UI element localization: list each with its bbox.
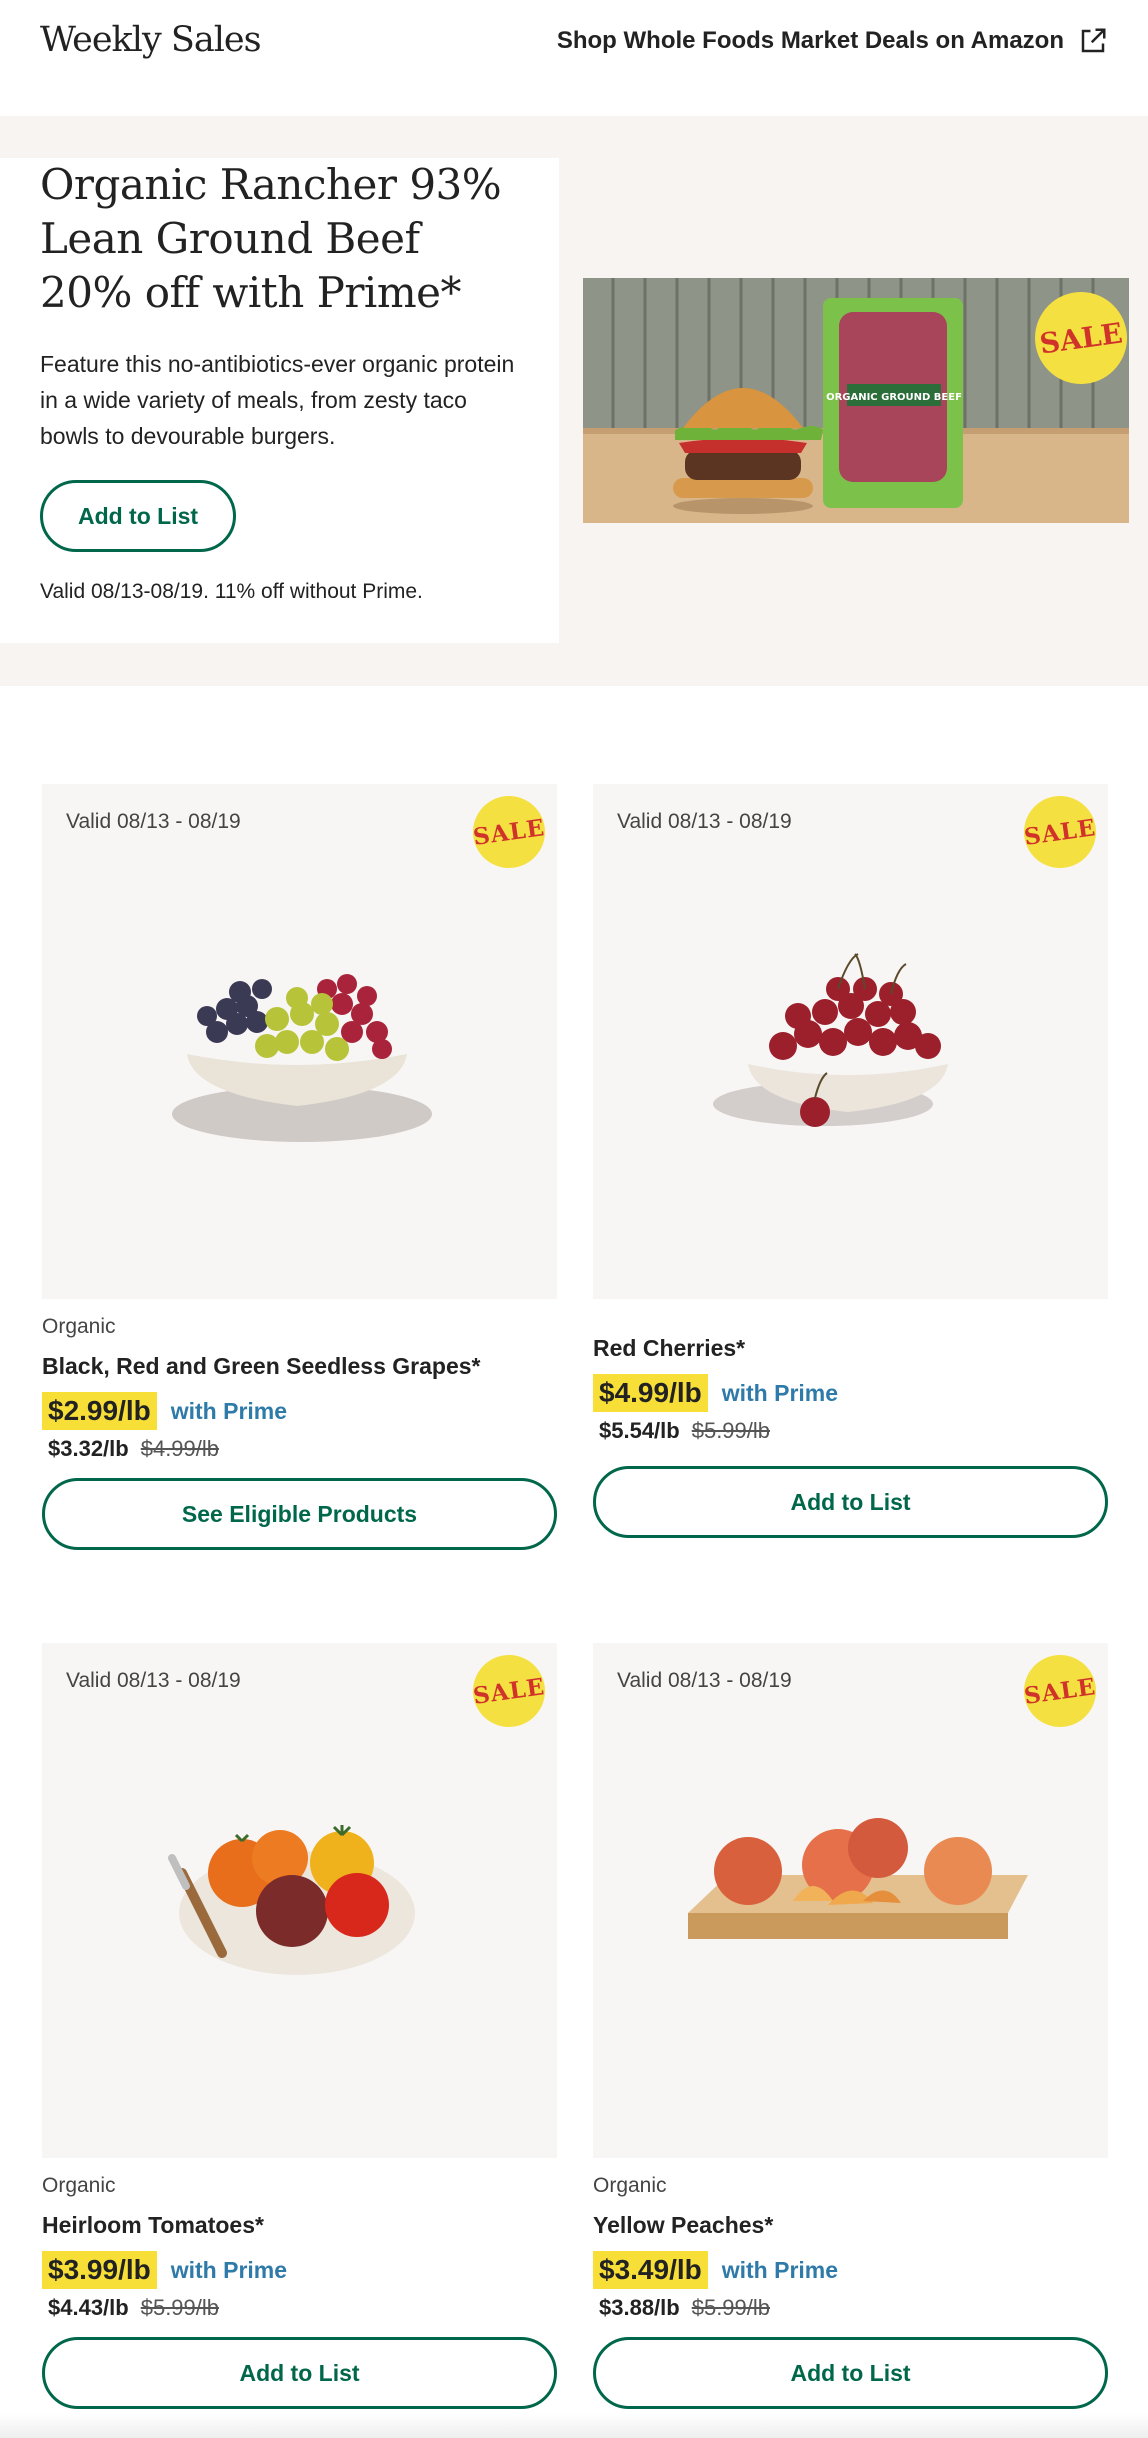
prime-price-row: $2.99/lb with Prime [42,1392,557,1430]
add-to-list-button[interactable]: Add to List [593,1466,1108,1538]
sale-price-without-prime: $4.43/lb [48,2295,129,2320]
featured-deal-title: Organic Rancher 93% Lean Ground Beef 20%… [40,160,502,317]
with-prime-label: with Prime [170,2256,288,2283]
page-title: Weekly Sales [40,20,262,60]
product-name[interactable]: Black, Red and Green Seedless Grapes* [42,1353,557,1380]
see-eligible-products-button[interactable]: See Eligible Products [42,1478,557,1550]
original-price: $5.99/lb [691,1418,771,1443]
product-card-cherries: Valid 08/13 - 08/19 SALE Red Cherries* $… [593,784,1108,1538]
prime-sale-price: $3.49/lb [593,2251,708,2289]
prime-price-row: $4.99/lb with Prime [593,1374,1108,1412]
product-image-cherries[interactable]: Valid 08/13 - 08/19 SALE [593,784,1108,1299]
prime-sale-price: $4.99/lb [593,1374,708,1412]
product-name[interactable]: Red Cherries* [593,1335,1108,1362]
product-image-grapes[interactable]: Valid 08/13 - 08/19 SALE [42,784,557,1299]
with-prime-label: with Prime [721,1379,839,1406]
prime-price-row: $3.99/lb with Prime [42,2251,557,2289]
featured-deal-image: ORGANIC GROUND BEEF SALE [583,278,1129,523]
sale-price-without-prime: $3.88/lb [599,2295,680,2320]
sale-price-without-prime: $5.54/lb [599,1418,680,1443]
with-prime-label: with Prime [721,2256,839,2283]
featured-deal-section: Organic Rancher 93% Lean Ground Beef 20%… [0,116,1148,686]
product-validity: Valid 08/13 - 08/19 [66,1669,241,1692]
regular-price-row: $4.43/lb $5.99/lb [42,2295,557,2321]
product-name[interactable]: Heirloom Tomatoes* [42,2212,557,2239]
featured-add-to-list-button[interactable]: Add to List [40,480,236,552]
product-subtitle: Organic [42,2174,116,2197]
page-header: Weekly Sales Shop Whole Foods Market Dea… [0,0,1148,116]
add-to-list-button[interactable]: Add to List [593,2337,1108,2409]
sale-price-without-prime: $3.32/lb [48,1436,129,1461]
with-prime-label: with Prime [170,1397,288,1424]
add-to-list-button[interactable]: Add to List [42,2337,557,2409]
shop-amazon-link-label: Shop Whole Foods Market Deals on Amazon [556,27,1064,54]
prime-sale-price: $3.99/lb [42,2251,157,2289]
product-validity: Valid 08/13 - 08/19 [66,810,241,833]
external-link-icon [1081,28,1106,53]
original-price: $5.99/lb [140,2295,220,2320]
featured-deal-validity: Valid 08/13-08/19. 11% off without Prime… [40,580,423,603]
regular-price-row: $3.88/lb $5.99/lb [593,2295,1108,2321]
prime-price-row: $3.49/lb with Prime [593,2251,1108,2289]
original-price: $4.99/lb [140,1436,220,1461]
featured-deal-description: Feature this no-antibiotics-ever organic… [40,351,515,449]
product-card-tomatoes: Valid 08/13 - 08/19 SALE Organic Heirloo… [42,1643,557,2409]
product-validity: Valid 08/13 - 08/19 [617,1669,792,1692]
page-bottom-edge [0,2414,1148,2438]
regular-price-row: $5.54/lb $5.99/lb [593,1418,1108,1444]
featured-deal-card: Organic Rancher 93% Lean Ground Beef 20%… [0,158,559,643]
product-image-tomatoes[interactable]: Valid 08/13 - 08/19 SALE [42,1643,557,2158]
product-name[interactable]: Yellow Peaches* [593,2212,1108,2239]
product-card-peaches: Valid 08/13 - 08/19 SALE Organic Yellow … [593,1643,1108,2409]
product-subtitle [593,1315,1108,1323]
product-validity: Valid 08/13 - 08/19 [617,810,792,833]
shop-amazon-link[interactable]: Shop Whole Foods Market Deals on Amazon [557,26,1108,56]
product-image-peaches[interactable]: Valid 08/13 - 08/19 SALE [593,1643,1108,2158]
product-subtitle: Organic [593,2174,667,2197]
product-card-grapes: Valid 08/13 - 08/19 SALE Organic Black, … [42,784,557,1550]
prime-sale-price: $2.99/lb [42,1392,157,1430]
original-price: $5.99/lb [691,2295,771,2320]
regular-price-row: $3.32/lb $4.99/lb [42,1436,557,1462]
product-subtitle: Organic [42,1315,116,1338]
svg-text:ORGANIC GROUND BEEF: ORGANIC GROUND BEEF [826,392,962,403]
